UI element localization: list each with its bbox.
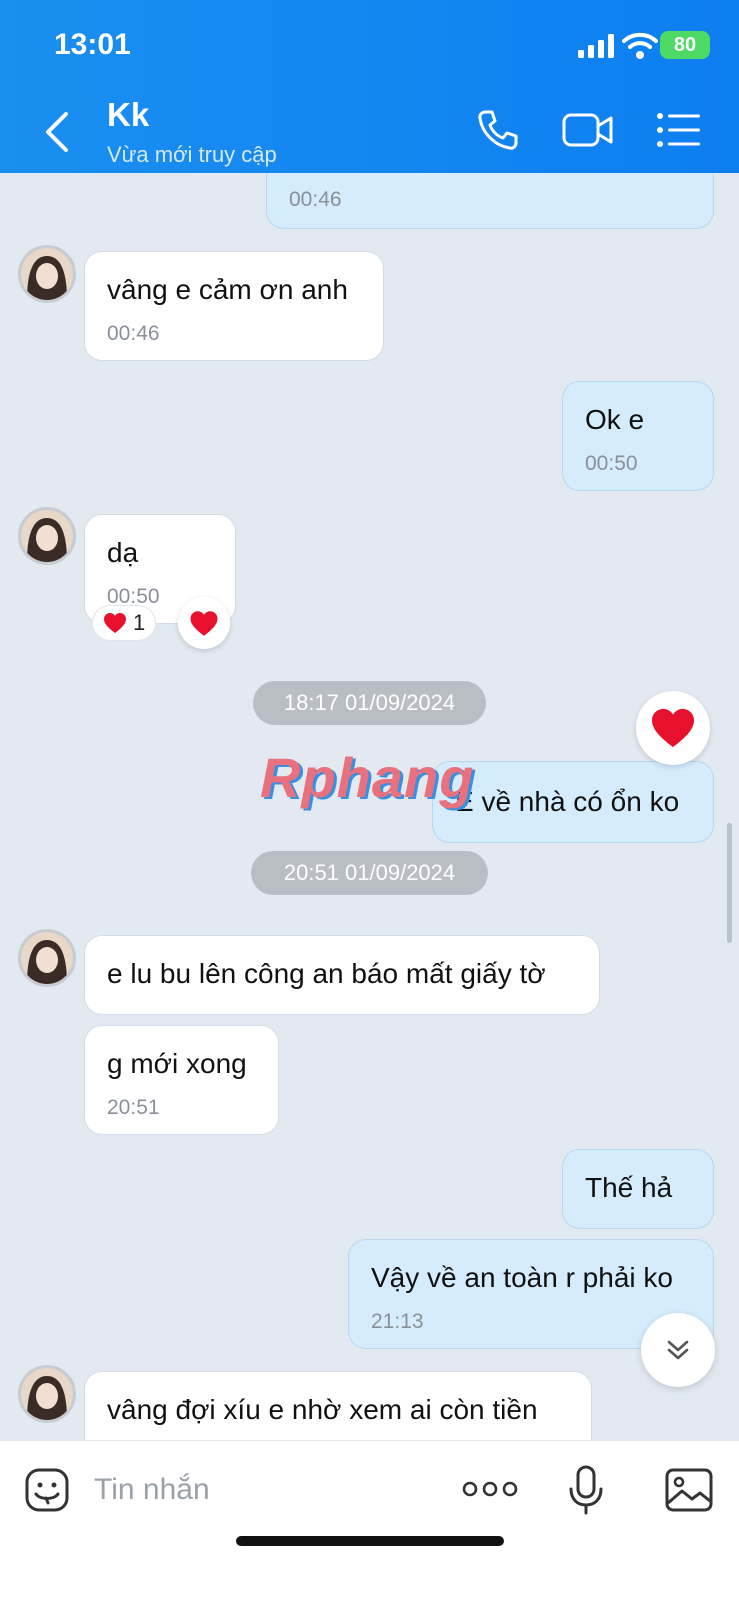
status-time: 13:01	[54, 28, 131, 61]
message-text: E về nhà có ổn ko	[455, 786, 680, 817]
message-time: 00:46	[289, 188, 342, 211]
contact-name[interactable]: Kk	[107, 96, 149, 134]
home-indicator[interactable]	[236, 1536, 504, 1546]
message-time: 21:13	[371, 1310, 424, 1333]
chat-header: 13:01 80 Kk Vừa mới truy cập	[0, 0, 739, 173]
message-text: e lu bu lên công an báo mất giấy tờ	[107, 958, 546, 989]
message-bubble-outgoing[interactable]: 00:46	[266, 173, 714, 229]
message-list[interactable]: 00:46 vâng e cảm ơn anh 00:46 Ok e 00:50…	[0, 173, 739, 1440]
video-camera-icon[interactable]	[562, 110, 614, 150]
message-input[interactable]	[92, 1463, 426, 1517]
message-text: Ok e	[585, 404, 645, 435]
message-text: Thế hả	[585, 1172, 673, 1203]
message-bubble-incoming[interactable]: g mới xong 20:51	[84, 1025, 279, 1135]
message-bubble-incoming[interactable]: vâng đợi xíu e nhờ xem ai còn tiền	[84, 1371, 592, 1440]
message-bubble-incoming[interactable]: e lu bu lên công an báo mất giấy tờ	[84, 935, 600, 1015]
avatar[interactable]	[18, 929, 76, 987]
sticker-icon[interactable]	[24, 1467, 70, 1513]
message-bubble-incoming[interactable]: vâng e cảm ơn anh 00:46	[84, 251, 384, 361]
image-icon[interactable]	[664, 1467, 714, 1513]
scroll-to-bottom-button[interactable]	[641, 1313, 715, 1387]
reaction-count: 1	[133, 610, 146, 635]
message-text: g mới xong	[107, 1048, 247, 1079]
date-separator: 18:17 01/09/2024	[253, 681, 486, 725]
message-bubble-outgoing[interactable]: Thế hả	[562, 1149, 714, 1229]
cellular-signal-icon	[578, 34, 614, 58]
heart-icon	[104, 613, 126, 633]
react-button[interactable]	[178, 597, 230, 649]
contact-status: Vừa mới truy cập	[107, 142, 277, 167]
message-text: Vậy về an toàn r phải ko	[371, 1262, 673, 1293]
more-dots-icon[interactable]	[462, 1477, 518, 1501]
wifi-icon	[622, 32, 658, 59]
watermark-logo: Rphang	[260, 746, 475, 809]
composer-bar	[0, 1440, 739, 1601]
phone-icon[interactable]	[476, 108, 520, 152]
message-time: 20:51	[107, 1096, 160, 1119]
message-text: dạ	[107, 537, 139, 568]
double-chevron-down-icon	[667, 1340, 689, 1360]
avatar[interactable]	[18, 245, 76, 303]
battery-indicator: 80	[660, 31, 710, 59]
message-time: 00:46	[107, 322, 160, 345]
heart-icon	[190, 610, 218, 636]
message-time: 00:50	[585, 452, 638, 475]
reaction-summary[interactable]: 1	[92, 605, 157, 641]
back-button[interactable]	[40, 110, 76, 154]
message-text: vâng e cảm ơn anh	[107, 274, 348, 305]
date-separator: 20:51 01/09/2024	[251, 851, 488, 895]
microphone-icon[interactable]	[568, 1465, 604, 1515]
heart-icon	[652, 708, 694, 748]
message-text: vâng đợi xíu e nhờ xem ai còn tiền	[107, 1394, 538, 1425]
avatar[interactable]	[18, 1365, 76, 1423]
scrollbar[interactable]	[727, 823, 732, 943]
avatar[interactable]	[18, 507, 76, 565]
message-bubble-outgoing[interactable]: Ok e 00:50	[562, 381, 714, 491]
list-icon[interactable]	[656, 110, 702, 150]
react-button[interactable]	[636, 691, 710, 765]
